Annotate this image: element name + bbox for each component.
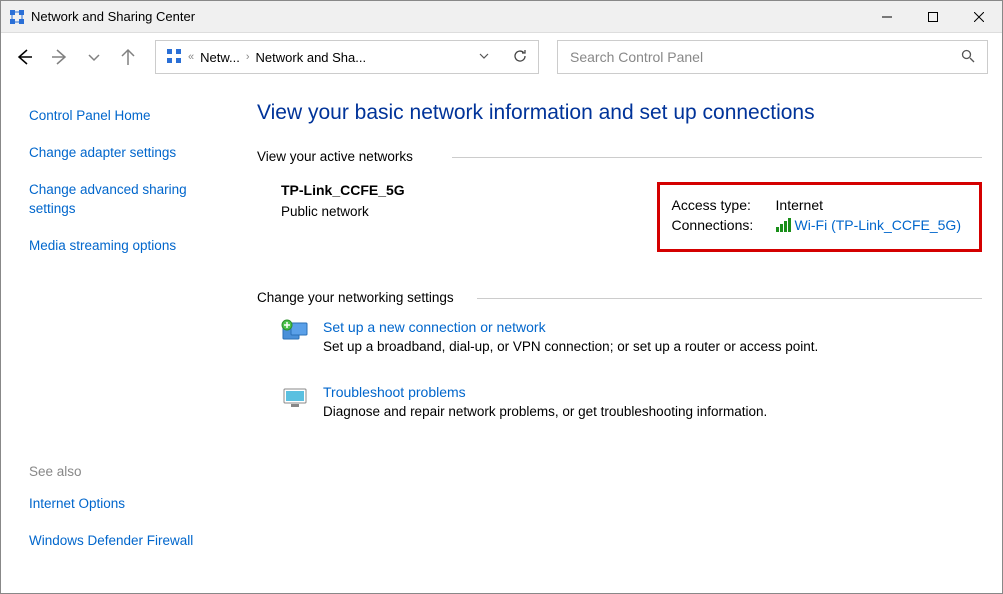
close-button[interactable] — [956, 1, 1002, 33]
setup-connection-link[interactable]: Set up a new connection or network — [323, 319, 546, 335]
sidebar: Control Panel Home Change adapter settin… — [1, 81, 257, 593]
toolbar: « Netw... › Network and Sha... — [1, 33, 1002, 81]
minimize-button[interactable] — [864, 1, 910, 33]
network-type: Public network — [281, 204, 405, 219]
network-name: TP-Link_CCFE_5G — [281, 182, 405, 198]
window-controls — [864, 1, 1002, 33]
network-info-left: TP-Link_CCFE_5G Public network — [257, 182, 405, 252]
sidebar-link-adapter[interactable]: Change adapter settings — [29, 144, 257, 163]
connection-link[interactable]: Wi-Fi (TP-Link_CCFE_5G) — [795, 217, 961, 233]
nav-arrows — [15, 48, 137, 66]
setup-connection-desc: Set up a broadband, dial-up, or VPN conn… — [323, 339, 818, 354]
see-also-section: See also Internet Options Windows Defend… — [29, 464, 257, 593]
main-content: View your basic network information and … — [257, 81, 1002, 593]
connections-label: Connections: — [672, 217, 776, 233]
access-type-label: Access type: — [672, 197, 776, 213]
active-network-row: TP-Link_CCFE_5G Public network Access ty… — [257, 182, 982, 252]
sidebar-link-firewall[interactable]: Windows Defender Firewall — [29, 532, 257, 551]
troubleshoot-icon — [281, 384, 309, 412]
change-settings-header: Change your networking settings — [257, 290, 982, 305]
troubleshoot-desc: Diagnose and repair network problems, or… — [323, 404, 767, 419]
network-details-box: Access type: Internet Connections: Wi-Fi… — [657, 182, 982, 252]
active-networks-header: View your active networks — [257, 149, 982, 164]
search-bar[interactable] — [557, 40, 988, 74]
refresh-button[interactable] — [512, 48, 528, 67]
recent-dropdown-button[interactable] — [87, 50, 101, 64]
sidebar-link-home[interactable]: Control Panel Home — [29, 107, 257, 126]
network-center-icon — [9, 9, 25, 25]
troubleshoot-link[interactable]: Troubleshoot problems — [323, 384, 466, 400]
window-title: Network and Sharing Center — [31, 9, 195, 24]
see-also-label: See also — [29, 464, 257, 479]
chevron-down-icon[interactable] — [478, 50, 490, 65]
up-button[interactable] — [119, 48, 137, 66]
signal-bars-icon — [776, 218, 791, 232]
back-button[interactable] — [15, 48, 33, 66]
setup-connection-icon — [281, 319, 309, 347]
search-input[interactable] — [570, 49, 961, 65]
address-bar[interactable]: « Netw... › Network and Sha... — [155, 40, 539, 74]
settings-items: Set up a new connection or network Set u… — [257, 319, 982, 419]
titlebar: Network and Sharing Center — [1, 1, 1002, 33]
access-type-value: Internet — [776, 197, 823, 213]
setup-connection-item: Set up a new connection or network Set u… — [281, 319, 982, 354]
sidebar-link-advanced-sharing[interactable]: Change advanced sharing settings — [29, 181, 209, 219]
chevron-right-icon[interactable]: › — [246, 51, 250, 63]
breadcrumb-item[interactable]: Netw... — [200, 50, 240, 65]
sidebar-link-internet-options[interactable]: Internet Options — [29, 495, 257, 514]
sidebar-link-media-streaming[interactable]: Media streaming options — [29, 237, 257, 256]
forward-button[interactable] — [51, 48, 69, 66]
breadcrumb-prefix-icon: « — [188, 51, 194, 63]
network-center-icon — [166, 48, 182, 67]
window: Network and Sharing Center « Netw... › N… — [0, 0, 1003, 594]
maximize-button[interactable] — [910, 1, 956, 33]
page-title: View your basic network information and … — [257, 101, 982, 125]
body: Control Panel Home Change adapter settin… — [1, 81, 1002, 593]
search-icon[interactable] — [961, 49, 975, 66]
troubleshoot-item: Troubleshoot problems Diagnose and repai… — [281, 384, 982, 419]
breadcrumb-item[interactable]: Network and Sha... — [256, 50, 367, 65]
